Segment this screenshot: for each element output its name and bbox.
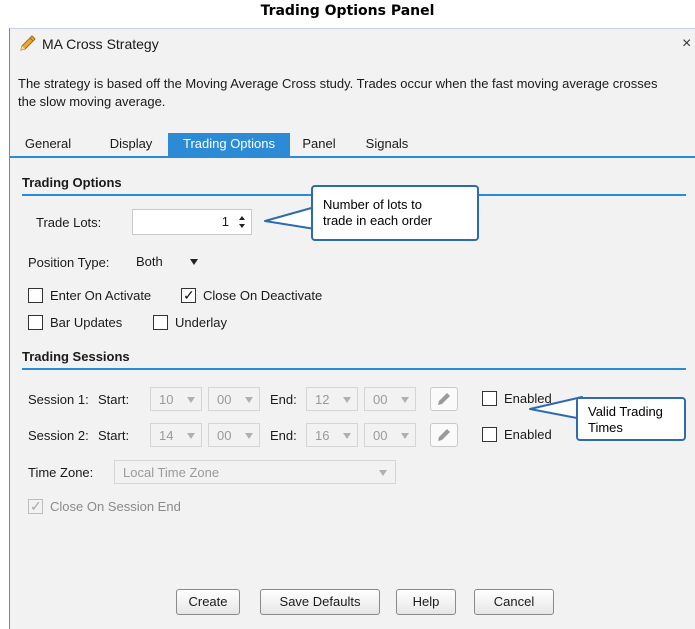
- underlay-checkbox[interactable]: [153, 315, 168, 330]
- checkmark-icon: ✓: [183, 287, 195, 303]
- save-defaults-button[interactable]: Save Defaults: [260, 589, 380, 615]
- tab-trading-options[interactable]: Trading Options: [168, 133, 290, 157]
- close-icon[interactable]: ×: [682, 33, 695, 55]
- figure-caption: Trading Options Panel: [260, 3, 435, 19]
- session-2-end-label: End:: [270, 428, 297, 443]
- session-2-start-label: Start:: [98, 428, 130, 443]
- tab-underline: [10, 156, 695, 158]
- time-zone-label: Time Zone:: [28, 465, 94, 480]
- valid-times-callout: Valid Trading Times: [576, 397, 686, 441]
- checkmark-icon: ✓: [30, 498, 42, 514]
- position-type-select[interactable]: Both: [128, 250, 204, 274]
- session-1-enabled-checkbox[interactable]: [482, 391, 497, 406]
- bar-updates-checkbox[interactable]: [28, 315, 43, 330]
- session-2-end-hour-value: 16: [315, 428, 330, 443]
- tab-panel[interactable]: Panel: [296, 133, 342, 157]
- close-on-deactivate-label: Close On Deactivate: [203, 288, 323, 303]
- dropdown-arrow-icon: [343, 397, 351, 403]
- callout-pointer-join: [578, 399, 582, 419]
- tab-display[interactable]: Display: [100, 133, 162, 157]
- dropdown-arrow-icon: [401, 433, 409, 439]
- session-2-enabled-checkbox[interactable]: [482, 427, 497, 442]
- title-bar: MA Cross Strategy ×: [10, 29, 695, 59]
- underlay-label: Underlay: [175, 315, 228, 330]
- bar-updates-label: Bar Updates: [50, 315, 123, 330]
- spinner-arrows-icon[interactable]: [237, 212, 247, 232]
- session-2-start-hour-value: 14: [159, 428, 174, 443]
- cancel-button[interactable]: Cancel: [474, 589, 554, 615]
- trade-lots-spinner[interactable]: 1: [132, 209, 252, 235]
- pencil-icon: [20, 35, 36, 51]
- dropdown-arrow-icon: [379, 470, 387, 476]
- callout-text-line: trade in each order: [323, 213, 433, 228]
- callout-text-line: Number of lots to: [323, 197, 422, 212]
- time-zone-select[interactable]: Local Time Zone: [114, 460, 396, 484]
- session-1-end-hour[interactable]: 12: [306, 387, 358, 411]
- enter-on-activate-label: Enter On Activate: [50, 288, 152, 303]
- trade-lots-callout: Number of lots to trade in each order: [311, 185, 479, 241]
- tab-bar: General Display Trading Options Panel Si…: [10, 133, 695, 157]
- session-2-edit-button[interactable]: [430, 423, 458, 447]
- dropdown-arrow-icon: [245, 397, 253, 403]
- session-2-start-minute-value: 00: [217, 428, 232, 443]
- create-button[interactable]: Create: [176, 589, 240, 615]
- callout-text-line: Times: [588, 420, 623, 435]
- session-1-label: Session 1:: [28, 392, 89, 407]
- session-1-start-hour[interactable]: 10: [150, 387, 202, 411]
- position-type-label: Position Type:: [28, 255, 110, 270]
- position-type-value: Both: [136, 254, 163, 269]
- edit-pencil-icon: [438, 429, 450, 441]
- trading-options-heading: Trading Options: [22, 175, 122, 190]
- section-divider: [22, 368, 686, 370]
- time-zone-value: Local Time Zone: [123, 465, 220, 480]
- session-2-end-minute[interactable]: 00: [364, 423, 416, 447]
- enter-on-activate-checkbox[interactable]: [28, 288, 43, 303]
- trade-lots-label: Trade Lots:: [36, 215, 102, 230]
- strategy-description: The strategy is based off the Moving Ave…: [18, 76, 658, 109]
- session-2-label: Session 2:: [28, 428, 89, 443]
- callout-pointer-join: [313, 201, 317, 223]
- tab-signals[interactable]: Signals: [358, 133, 416, 157]
- session-1-end-label: End:: [270, 392, 297, 407]
- help-button[interactable]: Help: [396, 589, 456, 615]
- trading-sessions-heading: Trading Sessions: [22, 349, 130, 364]
- session-1-start-hour-value: 10: [159, 392, 174, 407]
- dropdown-arrow-icon: [343, 433, 351, 439]
- session-2-end-hour[interactable]: 16: [306, 423, 358, 447]
- session-1-edit-button[interactable]: [430, 387, 458, 411]
- tab-general[interactable]: General: [18, 133, 78, 157]
- trade-lots-value: 1: [221, 214, 229, 229]
- dropdown-arrow-icon: [187, 397, 195, 403]
- dropdown-arrow-icon: [401, 397, 409, 403]
- session-1-end-hour-value: 12: [315, 392, 330, 407]
- dropdown-arrow-icon: [245, 433, 253, 439]
- session-2-start-hour[interactable]: 14: [150, 423, 202, 447]
- close-on-deactivate-checkbox[interactable]: ✓: [181, 287, 196, 303]
- session-2-enabled-label: Enabled: [504, 427, 552, 442]
- session-1-start-label: Start:: [98, 392, 130, 407]
- session-1-end-minute[interactable]: 00: [364, 387, 416, 411]
- session-1-start-minute[interactable]: 00: [208, 387, 260, 411]
- session-1-end-minute-value: 00: [373, 392, 388, 407]
- dropdown-arrow-icon: [187, 433, 195, 439]
- close-on-session-end-checkbox[interactable]: ✓: [28, 498, 43, 514]
- session-2-end-minute-value: 00: [373, 428, 388, 443]
- window-title: MA Cross Strategy: [42, 36, 159, 52]
- dropdown-arrow-icon: [190, 259, 198, 265]
- close-on-session-end-label: Close On Session End: [50, 499, 181, 514]
- callout-text-line: Valid Trading: [588, 404, 663, 419]
- strategy-dialog: MA Cross Strategy × The strategy is base…: [9, 28, 695, 629]
- session-1-start-minute-value: 00: [217, 392, 232, 407]
- edit-pencil-icon: [438, 393, 450, 405]
- session-2-start-minute[interactable]: 00: [208, 423, 260, 447]
